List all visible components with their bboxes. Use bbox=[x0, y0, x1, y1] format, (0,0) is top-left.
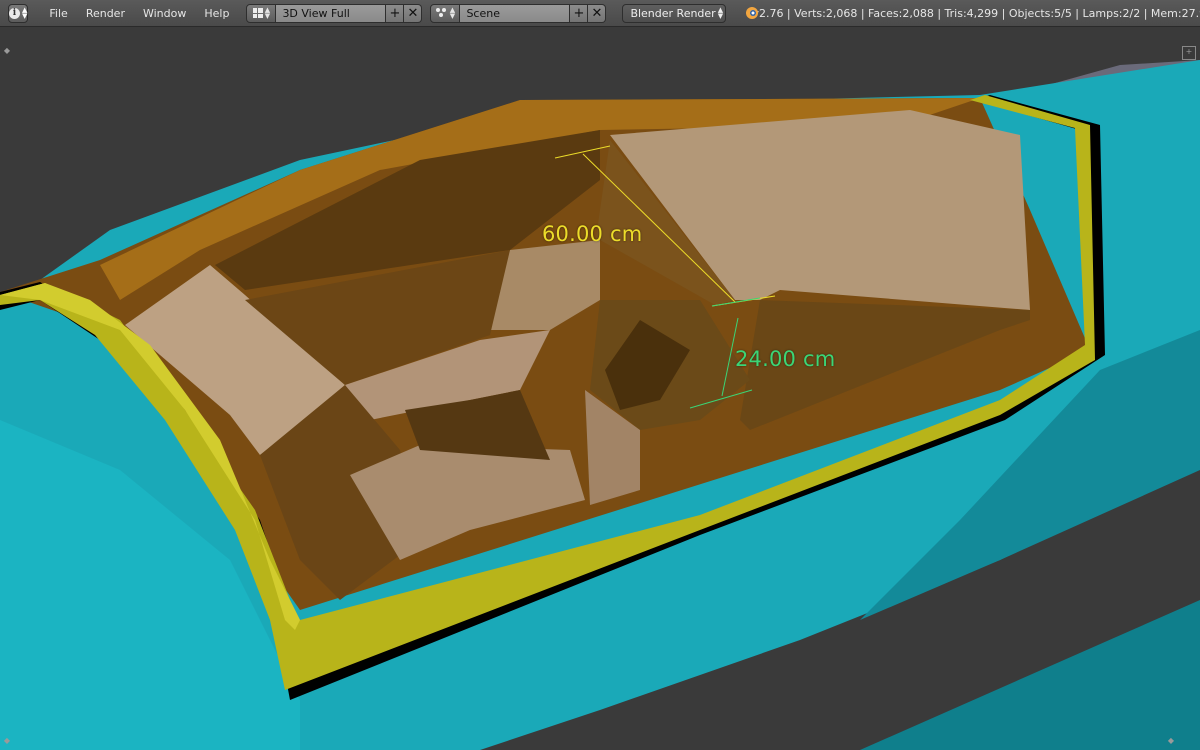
add-scene-button[interactable]: + bbox=[570, 3, 589, 23]
screen-layout-browse-button[interactable]: ▲ ▼ bbox=[246, 3, 277, 23]
scene-statistics: v2.76 | Verts:2,068 | Faces:2,088 | Tris… bbox=[752, 6, 1200, 20]
area-split-corner-icon[interactable]: ◆ bbox=[2, 736, 12, 746]
main-menu: File Render Window Help bbox=[40, 7, 238, 20]
close-icon: ✕ bbox=[591, 5, 603, 21]
ruler-label-green: 24.00 cm bbox=[735, 347, 836, 371]
ruler-label-yellow: 60.00 cm bbox=[542, 222, 643, 246]
editor-type-selector[interactable]: i ▲ ▼ bbox=[8, 3, 29, 23]
viewport-scene bbox=[0, 27, 1200, 750]
scene-control: ▲ ▼ Scene + ✕ bbox=[430, 3, 607, 23]
render-engine-label: Blender Render bbox=[630, 6, 716, 20]
updown-arrows-icon: ▲ ▼ bbox=[22, 6, 28, 20]
menu-render[interactable]: Render bbox=[77, 7, 134, 20]
render-engine-dropdown[interactable]: Blender Render ▲ ▼ bbox=[622, 3, 727, 23]
updown-arrows-icon: ▲ ▼ bbox=[449, 6, 456, 20]
area-split-corner-icon[interactable]: + bbox=[1182, 46, 1196, 60]
info-icon: i bbox=[9, 7, 20, 19]
delete-screen-button[interactable]: ✕ bbox=[404, 3, 423, 23]
updown-arrows-icon: ▲ ▼ bbox=[264, 6, 271, 20]
updown-arrows-icon: ▲ ▼ bbox=[717, 6, 724, 20]
plus-icon: + bbox=[389, 5, 401, 21]
plus-icon: + bbox=[573, 5, 585, 21]
screen-layout-control: ▲ ▼ 3D View Full + ✕ bbox=[246, 3, 423, 23]
screen-layout-field[interactable]: 3D View Full bbox=[276, 3, 387, 23]
scene-field[interactable]: Scene bbox=[460, 3, 571, 23]
area-split-corner-icon[interactable]: ◆ bbox=[2, 46, 12, 56]
3d-viewport[interactable]: 60.00 cm 24.00 cm ◆ + ◆ ◆ bbox=[0, 27, 1200, 750]
scene-icon bbox=[435, 8, 448, 18]
delete-scene-button[interactable]: ✕ bbox=[588, 3, 607, 23]
menu-window[interactable]: Window bbox=[134, 7, 195, 20]
close-icon: ✕ bbox=[407, 5, 419, 21]
layout-grid-icon bbox=[252, 8, 263, 18]
menu-file[interactable]: File bbox=[40, 7, 76, 20]
info-header: i ▲ ▼ File Render Window Help ▲ ▼ 3D View … bbox=[0, 0, 1200, 27]
add-screen-button[interactable]: + bbox=[386, 3, 405, 23]
scene-browse-button[interactable]: ▲ ▼ bbox=[430, 3, 461, 23]
menu-help[interactable]: Help bbox=[195, 7, 238, 20]
area-split-corner-icon[interactable]: ◆ bbox=[1166, 736, 1176, 746]
